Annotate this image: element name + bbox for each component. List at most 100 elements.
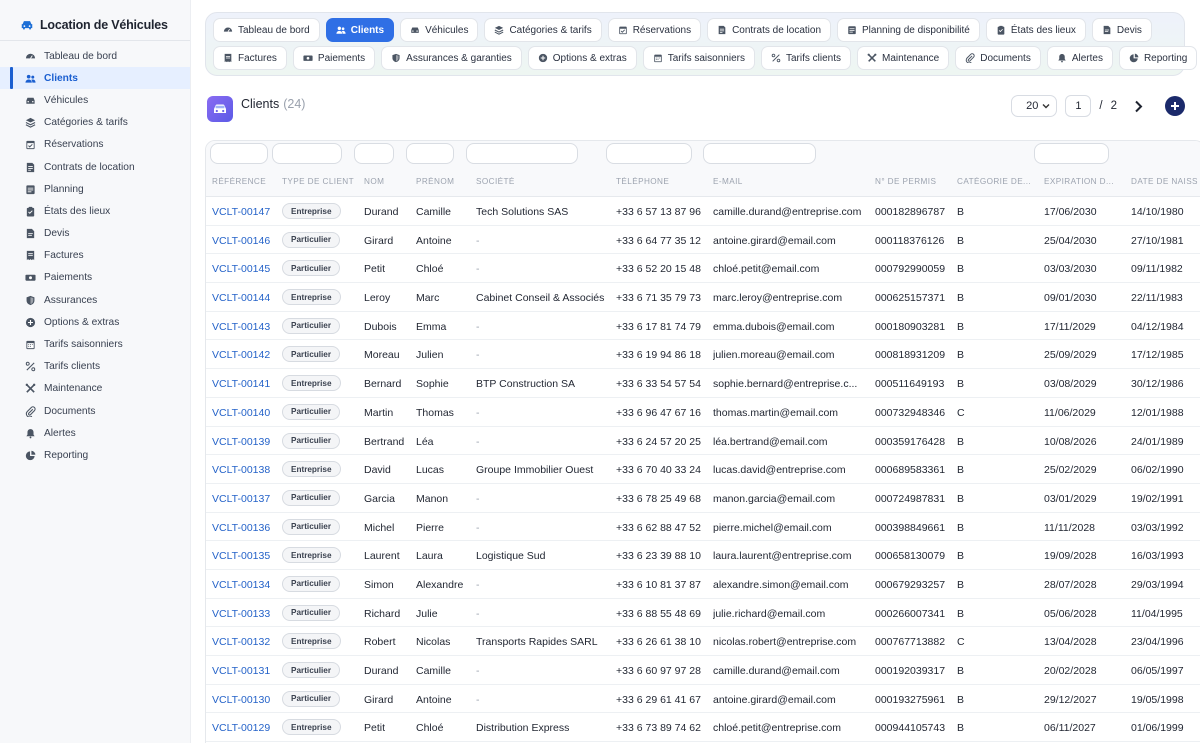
tab-planning-de-disponibilite[interactable]: Planning de disponibilité [837,18,980,42]
filter-input-prenom[interactable] [406,143,454,164]
table-row[interactable]: VCLT-00145 Particulier Petit Chloé - +33 6 52… [206,254,1200,284]
sidebar-item-paiements[interactable]: Paiements [0,267,190,289]
filter-input-type-client[interactable] [272,143,342,164]
column-header-type-client[interactable]: Type de client [282,177,360,186]
filter-input-reference[interactable] [210,143,268,164]
client-reference-link[interactable]: VCLT-00139 [212,436,278,448]
client-reference-link[interactable]: VCLT-00146 [212,235,278,247]
client-reference-link[interactable]: VCLT-00134 [212,579,278,591]
sidebar-item-tableau-de-bord[interactable]: Tableau de bord [0,45,190,67]
client-reference-link[interactable]: VCLT-00140 [212,407,278,419]
client-reference-link[interactable]: VCLT-00136 [212,522,278,534]
sidebar-item-documents[interactable]: Documents [0,400,190,422]
sidebar-item-categories-tarifs[interactable]: Catégories & tarifs [0,112,190,134]
tab-reservations[interactable]: Réservations [607,18,702,42]
page-size-select[interactable]: 20 [1011,95,1058,117]
sidebar-item-maintenance[interactable]: Maintenance [0,378,190,400]
tab-options-extras[interactable]: Options & extras [527,46,637,70]
client-reference-link[interactable]: VCLT-00143 [212,321,278,333]
sidebar-item-assurances[interactable]: Assurances [0,289,190,311]
sidebar-item-clients[interactable]: Clients [0,67,190,90]
next-page-button[interactable] [1129,97,1147,115]
client-reference-link[interactable]: VCLT-00132 [212,636,278,648]
client-reference-link[interactable]: VCLT-00144 [212,292,278,304]
tab-alertes[interactable]: Alertes [1046,46,1113,70]
tab-categories-tarifs[interactable]: Catégories & tarifs [484,18,602,42]
sidebar-item-reservations[interactable]: Réservations [0,134,190,156]
table-row[interactable]: VCLT-00146 Particulier Girard Antoine - +33 6… [206,226,1200,255]
table-row[interactable]: VCLT-00135 Entreprise Laurent Laura Logistiq… [206,541,1200,570]
client-reference-link[interactable]: VCLT-00141 [212,378,278,390]
table-row[interactable]: VCLT-00141 Entreprise Bernard Sophie BTP Con… [206,369,1200,398]
client-reference-link[interactable]: VCLT-00135 [212,550,278,562]
tab-maintenance[interactable]: Maintenance [856,46,950,70]
column-header-email[interactable]: E-mail [713,177,871,186]
column-header-permis[interactable]: N° de permis [875,177,955,186]
filter-input-telephone[interactable] [606,143,692,164]
table-row[interactable]: VCLT-00142 Particulier Moreau Julien - +33 6 … [206,340,1200,370]
table-row[interactable]: VCLT-00140 Particulier Martin Thomas - +33 6 … [206,398,1200,427]
client-reference-link[interactable]: VCLT-00133 [212,608,278,620]
table-row[interactable]: VCLT-00144 Entreprise Leroy Marc Cabinet Con… [206,283,1200,312]
table-row[interactable]: VCLT-00136 Particulier Michel Pierre - +33 6 … [206,513,1200,542]
client-reference-link[interactable]: VCLT-00145 [212,263,278,275]
table-row[interactable]: VCLT-00129 Entreprise Petit Chloé Distributi… [206,713,1200,743]
tab-contrats-de-location[interactable]: Contrats de location [707,18,832,42]
filter-input-expiration[interactable] [1034,143,1109,164]
client-reference-link[interactable]: VCLT-00138 [212,464,278,476]
client-reference-link[interactable]: VCLT-00137 [212,493,278,505]
tab-assurances-garanties[interactable]: Assurances & garanties [381,46,522,70]
table-row[interactable]: VCLT-00131 Particulier Durand Camille - +33 6… [206,656,1200,685]
table-row[interactable]: VCLT-00143 Particulier Dubois Emma - +33 6 17… [206,312,1200,341]
sidebar-item-etats-des-lieux[interactable]: États des lieux [0,200,190,222]
column-header-prenom[interactable]: Prénom [416,177,474,186]
table-row[interactable]: VCLT-00132 Entreprise Robert Nicolas Transpo… [206,627,1200,656]
tab-clients[interactable]: Clients [325,18,395,42]
tab-reporting[interactable]: Reporting [1118,46,1198,70]
table-row[interactable]: VCLT-00133 Particulier Richard Julie - +33 6 … [206,599,1200,628]
tab-documents[interactable]: Documents [955,46,1041,70]
table-row[interactable]: VCLT-00134 Particulier Simon Alexandre - +33 … [206,570,1200,599]
filter-input-societe[interactable] [466,143,578,164]
tab-vehicules[interactable]: Véhicules [400,18,479,42]
sidebar-item-contrats-de-location[interactable]: Contrats de location [0,156,190,178]
tab-factures[interactable]: Factures [213,46,287,70]
table-row[interactable]: VCLT-00147 Entreprise Durand Camille Tech So… [206,197,1200,226]
filter-input-email[interactable] [703,143,816,164]
column-header-telephone[interactable]: Téléphone [616,177,710,186]
sidebar-item-options-extras[interactable]: Options & extras [0,311,190,333]
column-header-date-naissance[interactable]: Date de naiss [1131,177,1200,186]
client-reference-link[interactable]: VCLT-00129 [212,722,278,734]
tab-tarifs-clients[interactable]: Tarifs clients [760,46,851,70]
tab-tarifs-saisonniers[interactable]: Tarifs saisonniers [642,46,755,70]
column-header-societe[interactable]: Société [476,177,611,186]
sidebar-item-reporting[interactable]: Reporting [0,444,190,466]
client-reference-link[interactable]: VCLT-00142 [212,349,278,361]
add-client-button[interactable] [1165,96,1185,116]
sidebar-item-vehicules[interactable]: Véhicules [0,89,190,111]
column-header-reference[interactable]: Référence [212,177,278,186]
table-row[interactable]: VCLT-00139 Particulier Bertrand Léa - +33 6 2… [206,427,1200,456]
tab-etats-des-lieux[interactable]: États des lieux [985,18,1086,42]
sidebar-item-factures[interactable]: Factures [0,245,190,267]
client-reference-link[interactable]: VCLT-00131 [212,665,278,677]
tab-paiements[interactable]: Paiements [292,46,376,70]
column-header-nom[interactable]: Nom [364,177,414,186]
brand[interactable]: Location de Véhicules [0,12,190,41]
page-number-input[interactable]: 1 [1065,95,1092,117]
table-row[interactable]: VCLT-00137 Particulier Garcia Manon - +33 6 7… [206,484,1200,513]
sidebar-item-alertes[interactable]: Alertes [0,422,190,444]
client-reference-link[interactable]: VCLT-00130 [212,694,278,706]
table-row[interactable]: VCLT-00130 Particulier Girard Antoine - +33 6… [206,685,1200,714]
client-reference-link[interactable]: VCLT-00147 [212,206,278,218]
sidebar-item-devis[interactable]: Devis [0,223,190,245]
table-row[interactable]: VCLT-00138 Entreprise David Lucas Groupe Imm… [206,455,1200,484]
sidebar-item-tarifs-clients[interactable]: Tarifs clients [0,356,190,378]
tab-devis[interactable]: Devis [1091,18,1152,42]
tab-tableau-de-bord[interactable]: Tableau de bord [213,18,320,42]
sidebar-item-planning[interactable]: Planning [0,178,190,200]
filter-input-nom[interactable] [354,143,394,164]
column-header-categorie[interactable]: Catégorie de... [957,177,1039,186]
sidebar-item-tarifs-saisonniers[interactable]: Tarifs saisonniers [0,333,190,355]
column-header-expiration[interactable]: Expiration d... [1044,177,1126,186]
